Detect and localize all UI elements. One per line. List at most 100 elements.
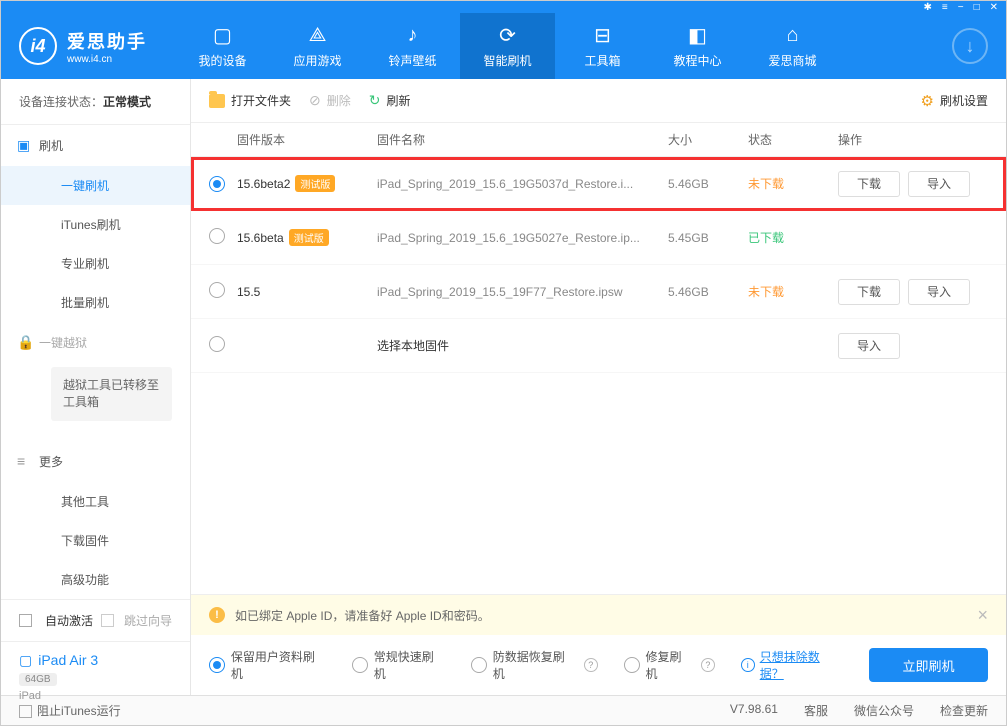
app-url: www.i4.cn [67,54,147,65]
maximize-icon[interactable]: □ [974,2,980,13]
info-icon: i [741,658,755,672]
jailbreak-note: 越狱工具已转移至工具箱 [51,367,172,421]
firmware-row[interactable]: 15.6beta测试版 iPad_Spring_2019_15.6_19G502… [191,211,1006,265]
sidebar-item-itunes-flash[interactable]: iTunes刷机 [1,205,190,244]
nav-icon: ♪ [408,24,418,48]
firmware-table-header: 固件版本 固件名称 大小 状态 操作 [191,123,1006,157]
firmware-radio[interactable] [209,176,225,192]
firmware-size: 5.45GB [668,231,748,245]
app-logo: i4 爱思助手 www.i4.cn [19,27,147,65]
firmware-size: 5.46GB [668,285,748,299]
erase-data-link[interactable]: 只想抹除数据？ [760,648,843,682]
window-titlebar: ✱ ≡ − □ ✕ [1,1,1006,13]
firmware-name: 选择本地固件 [377,337,668,354]
flash-option-1[interactable]: 常规快速刷机 [352,648,445,682]
sidebar-item-download-fw[interactable]: 下载固件 [1,521,190,560]
flash-option-2[interactable]: 防数据恢复刷机? [471,648,598,682]
firmware-radio[interactable] [209,282,225,298]
nav-tab-2[interactable]: ♪铃声壁纸 [365,13,460,79]
titlebar-btn[interactable]: ✱ [923,2,931,13]
sidebar-group-jailbreak: 🔒 一键越狱 [1,322,190,363]
firmware-size: 5.46GB [668,177,748,191]
logo-icon: i4 [19,27,57,65]
import-button[interactable]: 导入 [908,171,970,197]
more-icon: ≡ [17,453,25,469]
customer-service-link[interactable]: 客服 [804,702,828,719]
lock-icon: 🔒 [17,334,34,351]
sidebar-item-oneclick-flash[interactable]: 一键刷机 [1,166,190,205]
nav-icon: ⊟ [594,24,611,48]
sidebar-group-flash[interactable]: ▣ 刷机 [1,125,190,166]
firmware-status: 已下载 [748,229,838,246]
nav-icon: ⟳ [499,24,516,48]
auto-activate-row: 自动激活 跳过向导 [1,600,190,641]
main-panel: 打开文件夹 ⊘ 删除 ↻ 刷新 ⚙ 刷机设置 固件版本 固件名称 大小 状态 操… [191,79,1006,695]
warning-icon: ! [209,607,225,623]
delete-button[interactable]: ⊘ 删除 [309,92,351,109]
minimize-icon[interactable]: − [958,2,964,13]
nav-tab-1[interactable]: ⟁应用游戏 [270,13,365,79]
firmware-row[interactable]: 15.5 iPad_Spring_2019_15.5_19F77_Restore… [191,265,1006,319]
option-radio[interactable] [352,657,368,673]
device-connection-status: 设备连接状态：正常模式 [1,79,190,125]
firmware-status: 未下载 [748,283,838,300]
app-title: 爱思助手 [67,28,147,54]
nav-icon: ▢ [213,24,232,48]
auto-activate-checkbox[interactable] [19,614,32,627]
storage-badge: 64GB [19,673,57,686]
firmware-radio[interactable] [209,228,225,244]
sidebar-item-pro-flash[interactable]: 专业刷机 [1,244,190,283]
alert-close-button[interactable]: × [977,605,988,626]
sidebar: 设备连接状态：正常模式 ▣ 刷机 一键刷机 iTunes刷机 专业刷机 批量刷机… [1,79,191,695]
option-radio[interactable] [624,657,640,673]
import-button[interactable]: 导入 [908,279,970,305]
option-radio[interactable] [209,657,225,673]
flash-icon: ▣ [17,137,30,154]
folder-icon [209,94,225,108]
open-folder-button[interactable]: 打开文件夹 [209,92,291,109]
flash-option-3[interactable]: 修复刷机? [624,648,715,682]
block-itunes-option[interactable]: 阻止iTunes运行 [19,702,121,719]
flash-settings-button[interactable]: ⚙ 刷机设置 [921,92,988,110]
skip-wizard-checkbox[interactable] [101,614,114,627]
nav-tab-3[interactable]: ⟳智能刷机 [460,13,555,79]
firmware-row[interactable]: 15.6beta2测试版 iPad_Spring_2019_15.6_19G50… [191,157,1006,211]
download-button[interactable]: 下载 [838,279,900,305]
toolbar: 打开文件夹 ⊘ 删除 ↻ 刷新 ⚙ 刷机设置 [191,79,1006,123]
nav-tab-5[interactable]: ◧教程中心 [650,13,745,79]
sidebar-item-batch-flash[interactable]: 批量刷机 [1,283,190,322]
help-icon[interactable]: ? [701,658,715,672]
firmware-row[interactable]: 选择本地固件 导入 [191,319,1006,373]
apple-id-alert: ! 如已绑定 Apple ID，请准备好 Apple ID和密码。 × [191,595,1006,635]
app-header: i4 爱思助手 www.i4.cn ▢我的设备⟁应用游戏♪铃声壁纸⟳智能刷机⊟工… [1,13,1006,79]
firmware-name: iPad_Spring_2019_15.5_19F77_Restore.ipsw [377,285,668,299]
device-icon: ▢ [19,652,32,669]
flash-option-0[interactable]: 保留用户资料刷机 [209,648,326,682]
titlebar-btn[interactable]: ≡ [942,2,948,13]
sidebar-item-advanced[interactable]: 高级功能 [1,560,190,599]
close-icon[interactable]: ✕ [990,2,998,13]
nav-tab-6[interactable]: ⌂爱思商城 [745,13,840,79]
download-manager-button[interactable]: ↓ [952,28,988,64]
delete-icon: ⊘ [309,92,321,109]
sidebar-group-more[interactable]: ≡ 更多 [1,441,190,482]
download-button[interactable]: 下载 [838,171,900,197]
nav-icon: ◧ [688,24,707,48]
nav-icon: ⟁ [309,24,327,48]
nav-icon: ⌂ [786,24,798,48]
wechat-link[interactable]: 微信公众号 [854,702,914,719]
nav-tab-0[interactable]: ▢我的设备 [175,13,270,79]
refresh-button[interactable]: ↻ 刷新 [369,92,411,109]
block-itunes-checkbox[interactable] [19,705,32,718]
firmware-name: iPad_Spring_2019_15.6_19G5027e_Restore.i… [377,231,668,245]
import-button[interactable]: 导入 [838,333,900,359]
flash-now-button[interactable]: 立即刷机 [869,648,988,682]
firmware-radio[interactable] [209,336,225,352]
nav-tab-4[interactable]: ⊟工具箱 [555,13,650,79]
gear-icon: ⚙ [921,92,934,110]
help-icon[interactable]: ? [584,658,598,672]
check-update-link[interactable]: 检查更新 [940,702,988,719]
sidebar-item-other-tools[interactable]: 其他工具 [1,482,190,521]
firmware-status: 未下载 [748,175,838,192]
option-radio[interactable] [471,657,487,673]
